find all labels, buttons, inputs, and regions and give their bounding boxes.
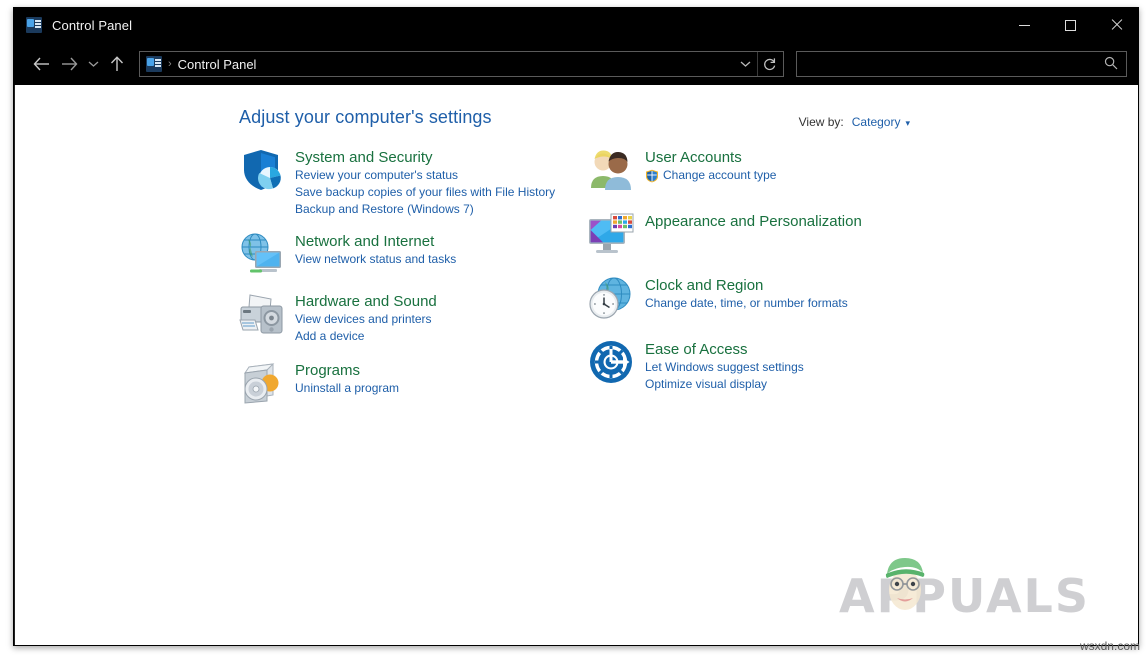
back-arrow-icon: [33, 57, 49, 71]
forward-arrow-icon: [61, 57, 77, 71]
category-title[interactable]: Hardware and Sound: [295, 292, 437, 311]
window-title: Control Panel: [52, 17, 133, 33]
minimize-button[interactable]: [1001, 7, 1047, 43]
breadcrumb-control-panel[interactable]: Control Panel: [178, 57, 257, 72]
monitor-palette-icon: [587, 210, 635, 258]
recent-locations-button[interactable]: [83, 49, 103, 79]
printer-speaker-icon: [237, 290, 285, 338]
page-title: Adjust your computer's settings: [239, 107, 492, 127]
category-clock-and-region: Clock and Region Change date, time, or n…: [587, 274, 947, 322]
categories-grid: System and Security Review your computer…: [15, 128, 1138, 407]
forward-button[interactable]: [55, 49, 83, 79]
category-link[interactable]: Backup and Restore (Windows 7): [295, 201, 555, 218]
category-title[interactable]: Appearance and Personalization: [645, 212, 862, 231]
title-bar-left: Control Panel: [13, 17, 1001, 33]
software-box-cd-icon: [237, 359, 285, 407]
back-button[interactable]: [27, 49, 55, 79]
category-link[interactable]: Save backup copies of your files with Fi…: [295, 184, 555, 201]
category-link-row[interactable]: Change account type: [645, 167, 776, 184]
category-appearance-and-personalization: Appearance and Personalization: [587, 210, 947, 258]
address-dropdown-button[interactable]: [733, 52, 757, 76]
category-link[interactable]: Change account type: [663, 167, 776, 184]
network-globe-monitor-icon: [237, 230, 285, 278]
category-hardware-and-sound: Hardware and Sound View devices and prin…: [237, 290, 587, 345]
category-link[interactable]: Review your computer's status: [295, 167, 555, 184]
category-title[interactable]: Programs: [295, 361, 399, 380]
category-body: Network and Internet View network status…: [295, 230, 456, 268]
category-system-and-security: System and Security Review your computer…: [237, 146, 587, 218]
watermark-text: APPUALS: [838, 569, 1090, 623]
category-link[interactable]: View devices and printers: [295, 311, 437, 328]
search-input[interactable]: [805, 57, 1104, 71]
minimize-icon: [1018, 24, 1030, 26]
refresh-icon: [763, 58, 775, 71]
category-body: Ease of Access Let Windows suggest setti…: [645, 338, 804, 393]
site-watermark: wsxdn.com: [1079, 639, 1140, 653]
close-button[interactable]: [1093, 7, 1139, 43]
chevron-down-icon: [88, 61, 98, 67]
view-by-label: View by:: [798, 115, 844, 129]
category-body: System and Security Review your computer…: [295, 146, 555, 218]
uac-shield-icon: [645, 169, 659, 183]
category-network-and-internet: Network and Internet View network status…: [237, 230, 587, 278]
breadcrumb-separator: ›: [168, 58, 172, 70]
user-accounts-people-icon: [587, 146, 635, 194]
up-button[interactable]: [103, 49, 131, 79]
shield-security-icon: [237, 146, 285, 194]
category-title[interactable]: Clock and Region: [645, 276, 848, 295]
view-by-value[interactable]: Category: [852, 115, 901, 129]
close-icon: [1110, 19, 1122, 31]
category-title[interactable]: Ease of Access: [645, 340, 804, 359]
category-title[interactable]: System and Security: [295, 148, 555, 167]
control-panel-icon: [26, 17, 42, 33]
window-controls: [1001, 7, 1139, 43]
content-pane: Adjust your computer's settings View by:…: [14, 85, 1138, 645]
globe-clock-icon: [587, 274, 635, 322]
chevron-down-icon[interactable]: ▾: [905, 118, 910, 129]
header-row: Adjust your computer's settings: [15, 85, 1138, 128]
category-body: User Accounts Change account type: [645, 146, 776, 184]
control-panel-window: Control Panel › Control Panel Adjust you…: [13, 7, 1139, 646]
categories-right-column: User Accounts Change account type Appear…: [587, 146, 947, 407]
address-control-panel-icon: [146, 56, 162, 72]
refresh-button[interactable]: [757, 52, 781, 76]
view-by-control: View by: Category ▾: [799, 115, 910, 129]
watermark-mascot-icon: [875, 550, 935, 621]
category-body: Appearance and Personalization: [645, 210, 862, 231]
search-box[interactable]: [796, 51, 1127, 77]
maximize-icon: [1064, 19, 1076, 31]
watermark: APPUALS: [838, 558, 1090, 623]
category-programs: Programs Uninstall a program: [237, 359, 587, 407]
category-link[interactable]: Optimize visual display: [645, 376, 804, 393]
chevron-down-icon: [740, 61, 750, 67]
category-link[interactable]: Uninstall a program: [295, 380, 399, 397]
title-bar: Control Panel: [13, 7, 1139, 43]
category-link[interactable]: Add a device: [295, 328, 437, 345]
category-title[interactable]: User Accounts: [645, 148, 776, 167]
category-link[interactable]: Change date, time, or number formats: [645, 295, 848, 312]
maximize-button[interactable]: [1047, 7, 1093, 43]
category-body: Hardware and Sound View devices and prin…: [295, 290, 437, 345]
category-link[interactable]: View network status and tasks: [295, 251, 456, 268]
up-arrow-icon: [110, 56, 124, 71]
category-body: Clock and Region Change date, time, or n…: [645, 274, 848, 312]
category-ease-of-access: Ease of Access Let Windows suggest setti…: [587, 338, 947, 393]
category-link[interactable]: Let Windows suggest settings: [645, 359, 804, 376]
search-icon: [1104, 56, 1118, 73]
category-title[interactable]: Network and Internet: [295, 232, 456, 251]
address-bar[interactable]: › Control Panel: [139, 51, 784, 77]
navigation-bar: › Control Panel: [13, 43, 1139, 85]
categories-left-column: System and Security Review your computer…: [237, 146, 587, 407]
category-user-accounts: User Accounts Change account type: [587, 146, 947, 194]
ease-of-access-icon: [587, 338, 635, 386]
category-body: Programs Uninstall a program: [295, 359, 399, 397]
